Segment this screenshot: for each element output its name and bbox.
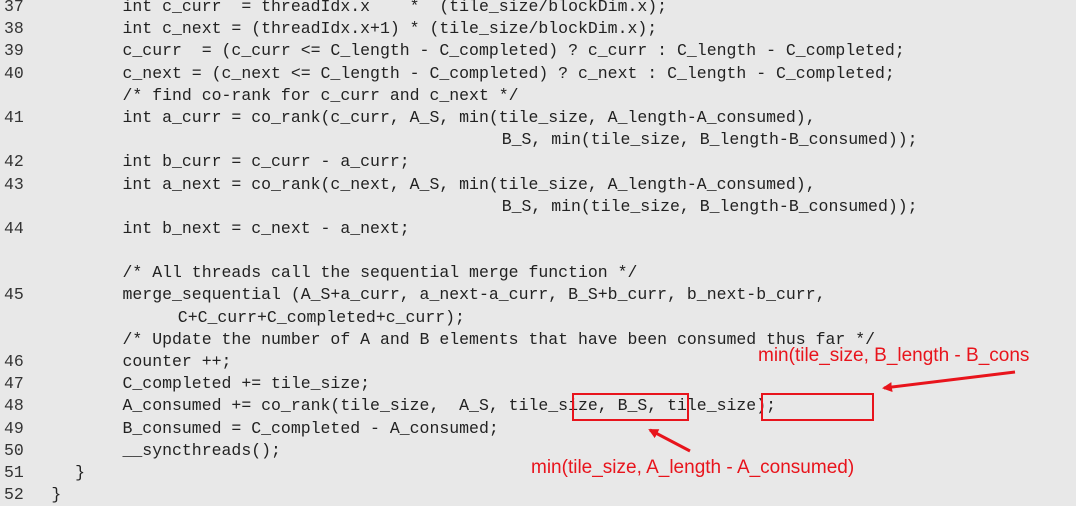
arrow-to-a-box [648,428,691,453]
annotation-b-min: min(tile_size, B_length - B_cons [758,345,1030,366]
arrow-to-b-box [882,370,1016,392]
annotation-a-min: min(tile_size, A_length - A_consumed) [531,457,855,478]
annotation-arrows [648,370,1016,453]
